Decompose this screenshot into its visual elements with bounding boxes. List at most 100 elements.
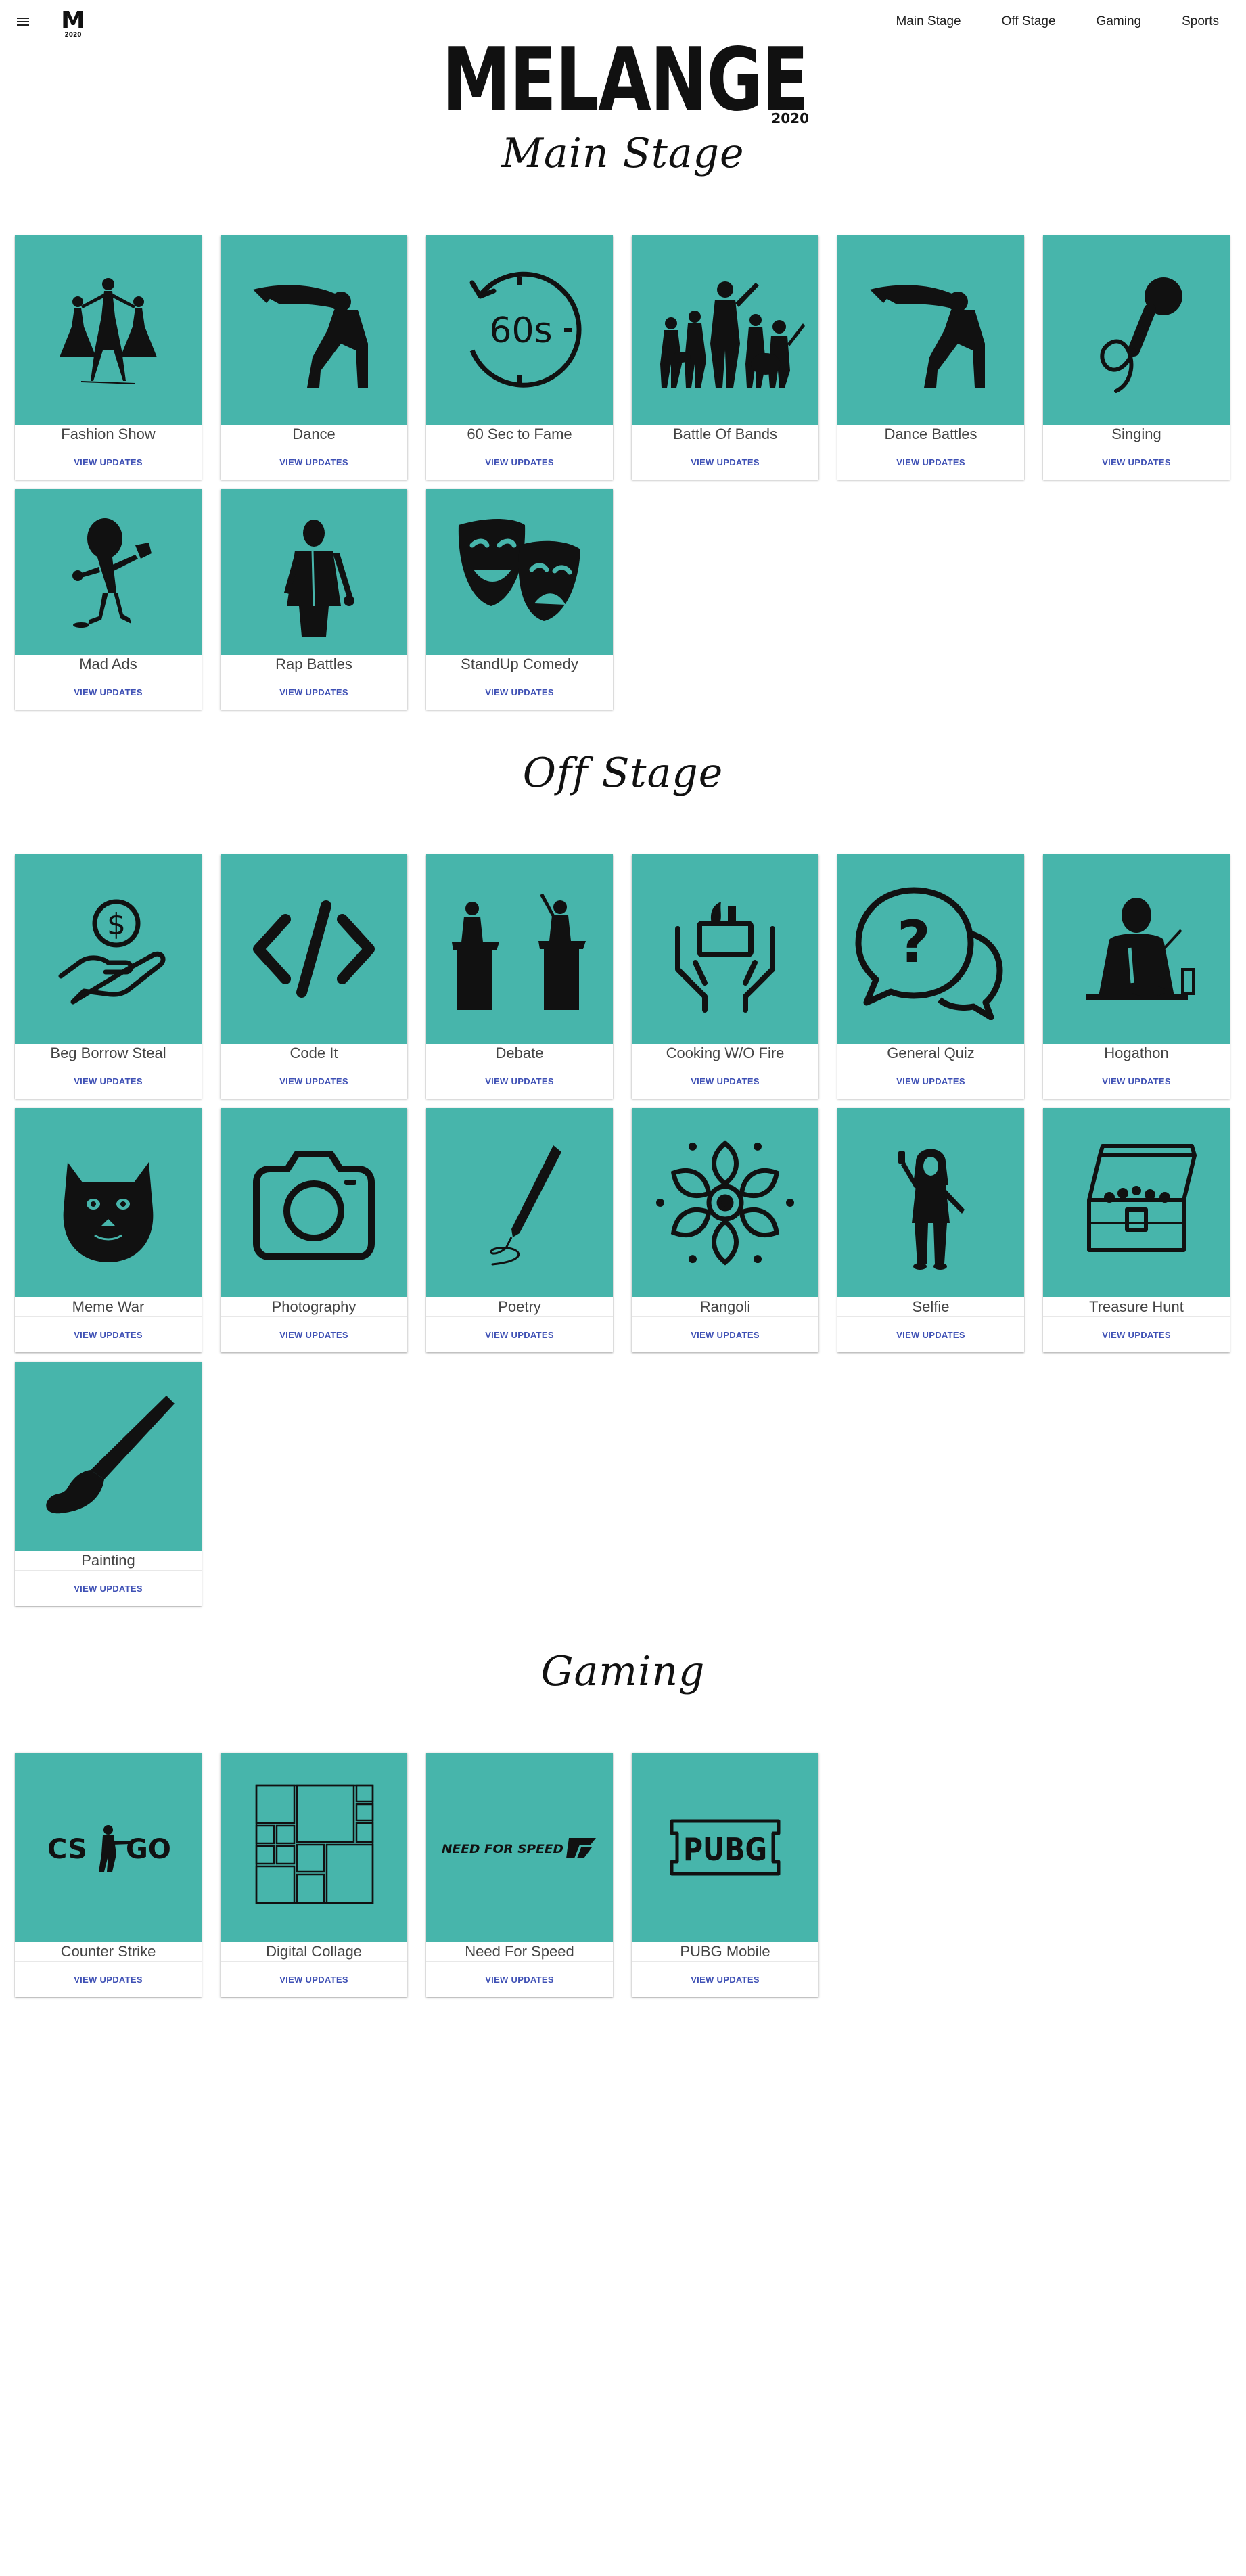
card-image[interactable]	[15, 235, 202, 425]
view-updates-label: VIEW UPDATES	[485, 457, 554, 467]
view-updates-button[interactable]: VIEW UPDATES	[221, 1962, 407, 1997]
view-updates-button[interactable]: VIEW UPDATES	[15, 1571, 202, 1606]
view-updates-button[interactable]: VIEW UPDATES	[15, 444, 202, 480]
card-image[interactable]	[221, 235, 407, 425]
card-title: Photography	[221, 1297, 407, 1317]
card-title: Debate	[426, 1044, 613, 1063]
treasure-chest-icon	[1087, 1144, 1197, 1252]
view-updates-label: VIEW UPDATES	[691, 1076, 760, 1086]
card-image[interactable]	[632, 854, 818, 1044]
view-updates-button[interactable]: VIEW UPDATES	[426, 1063, 613, 1099]
card-image[interactable]	[632, 235, 818, 425]
view-updates-button[interactable]: VIEW UPDATES	[426, 444, 613, 480]
view-updates-button[interactable]: VIEW UPDATES	[837, 444, 1024, 480]
mandala-icon	[656, 1140, 794, 1266]
card-image[interactable]	[632, 1108, 818, 1297]
main-stage-grid: Fashion Show VIEW UPDATES Dance VIEW UPD…	[15, 235, 1232, 710]
card-image[interactable]	[426, 489, 613, 655]
view-updates-button[interactable]: VIEW UPDATES	[1043, 444, 1230, 480]
view-updates-button[interactable]: VIEW UPDATES	[426, 1317, 613, 1352]
event-card: Meme War VIEW UPDATES	[15, 1108, 202, 1352]
view-updates-label: VIEW UPDATES	[1102, 1329, 1171, 1340]
card-image[interactable]	[1043, 235, 1230, 425]
card-image[interactable]	[15, 1108, 202, 1297]
view-updates-button[interactable]: VIEW UPDATES	[15, 1962, 202, 1997]
hands-food-icon	[675, 902, 775, 1013]
card-image[interactable]	[221, 1753, 407, 1942]
view-updates-button[interactable]: VIEW UPDATES	[15, 674, 202, 710]
menu-button[interactable]	[15, 14, 31, 30]
event-card: ? General Quiz VIEW UPDATES	[837, 854, 1024, 1099]
card-title: Need For Speed	[426, 1942, 613, 1962]
view-updates-button[interactable]: VIEW UPDATES	[15, 1063, 202, 1099]
card-image[interactable]	[15, 489, 202, 655]
section-title-off-stage: Off Stage	[522, 750, 724, 797]
view-updates-button[interactable]: VIEW UPDATES	[221, 444, 407, 480]
view-updates-label: VIEW UPDATES	[896, 1329, 965, 1340]
nav-link-main-stage[interactable]: Main Stage	[896, 14, 961, 29]
card-image[interactable]: ?	[837, 854, 1024, 1044]
view-updates-button[interactable]: VIEW UPDATES	[15, 1317, 202, 1352]
nfs-logo-icon: NEED FOR SPEED	[442, 1838, 596, 1858]
card-image[interactable]: NEED FOR SPEED	[426, 1753, 613, 1942]
view-updates-label: VIEW UPDATES	[896, 1076, 965, 1086]
event-card: Fashion Show VIEW UPDATES	[15, 235, 202, 480]
card-image[interactable]	[221, 854, 407, 1044]
view-updates-button[interactable]: VIEW UPDATES	[837, 1063, 1024, 1099]
card-image[interactable]	[15, 1362, 202, 1551]
event-card: Code It VIEW UPDATES	[221, 854, 407, 1099]
gaming-grid: CS GO Counter Strike VIEW UPDATES Digita…	[15, 1753, 1232, 1997]
view-updates-label: VIEW UPDATES	[74, 457, 143, 467]
view-updates-button[interactable]: VIEW UPDATES	[1043, 1063, 1230, 1099]
camera-icon	[253, 1151, 375, 1260]
view-updates-button[interactable]: VIEW UPDATES	[632, 1317, 818, 1352]
card-image[interactable]	[837, 1108, 1024, 1297]
selfie-girl-icon	[898, 1149, 965, 1270]
header-logo[interactable]: M 2020	[61, 5, 85, 38]
view-updates-button[interactable]: VIEW UPDATES	[632, 1962, 818, 1997]
view-updates-button[interactable]: VIEW UPDATES	[221, 1063, 407, 1099]
paintbrush-icon	[46, 1396, 175, 1514]
card-image[interactable]: CS GO	[15, 1753, 202, 1942]
card-image[interactable]	[1043, 1108, 1230, 1297]
card-image[interactable]	[426, 1108, 613, 1297]
card-image[interactable]	[221, 1108, 407, 1297]
view-updates-button[interactable]: VIEW UPDATES	[632, 444, 818, 480]
view-updates-button[interactable]: VIEW UPDATES	[221, 1317, 407, 1352]
theatre-masks-icon	[458, 518, 580, 621]
card-title: Selfie	[837, 1297, 1024, 1317]
question-bubbles-icon: ?	[855, 887, 1003, 1020]
view-updates-button[interactable]: VIEW UPDATES	[632, 1063, 818, 1099]
card-image[interactable]	[837, 235, 1024, 425]
view-updates-label: VIEW UPDATES	[1102, 1076, 1171, 1086]
csgo-logo-icon: CS GO	[47, 1825, 171, 1872]
nav-link-sports[interactable]: Sports	[1182, 14, 1219, 29]
view-updates-button[interactable]: VIEW UPDATES	[837, 1317, 1024, 1352]
card-image[interactable]: $	[15, 854, 202, 1044]
view-updates-label: VIEW UPDATES	[691, 1974, 760, 1985]
nav-link-gaming[interactable]: Gaming	[1097, 14, 1142, 29]
view-updates-button[interactable]: VIEW UPDATES	[221, 674, 407, 710]
event-card: Poetry VIEW UPDATES	[426, 1108, 613, 1352]
csgo-text-go: GO	[126, 1834, 171, 1865]
card-title: Treasure Hunt	[1043, 1297, 1230, 1317]
view-updates-button[interactable]: VIEW UPDATES	[1043, 1317, 1230, 1352]
code-brackets-icon	[253, 900, 375, 998]
view-updates-button[interactable]: VIEW UPDATES	[426, 674, 613, 710]
card-image[interactable]	[426, 854, 613, 1044]
view-updates-button[interactable]: VIEW UPDATES	[426, 1962, 613, 1997]
event-card: Painting VIEW UPDATES	[15, 1362, 202, 1606]
pubg-text: PUBG	[683, 1831, 767, 1868]
card-title: Rangoli	[632, 1297, 818, 1317]
section-title-main-stage: Main Stage	[501, 130, 745, 177]
nav-link-off-stage[interactable]: Off Stage	[1002, 14, 1056, 29]
card-image[interactable]	[221, 489, 407, 655]
card-image[interactable]: 60s	[426, 235, 613, 425]
logo-year: 2020	[771, 110, 809, 126]
rapper-icon	[284, 519, 354, 637]
event-card: Rap Battles VIEW UPDATES	[221, 489, 407, 710]
card-image[interactable]	[1043, 854, 1230, 1044]
view-updates-label: VIEW UPDATES	[279, 687, 348, 697]
card-image[interactable]: PUBG	[632, 1753, 818, 1942]
hand-coin-icon: $	[58, 899, 166, 1005]
